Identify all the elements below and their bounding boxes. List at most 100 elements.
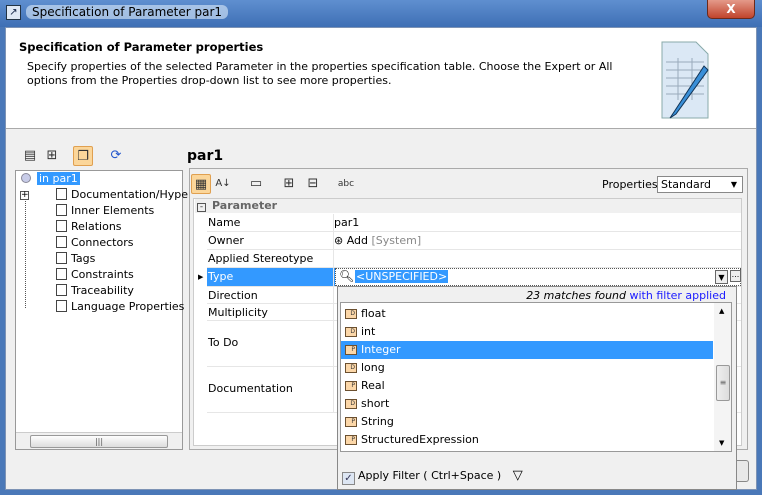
navigation-tree: in par1 Documentation/Hyperlinks Inner El… bbox=[15, 170, 218, 450]
document-icon bbox=[56, 268, 67, 280]
list-item[interactable]: P Real bbox=[341, 377, 713, 395]
scrollbar-thumb[interactable]: ≡ bbox=[716, 365, 730, 401]
categorized-icon[interactable]: ▦ bbox=[191, 174, 211, 194]
list-vertical-scrollbar[interactable]: ▲ ≡ ▼ bbox=[714, 303, 731, 451]
matches-status: 23 matches found with filter applied bbox=[338, 289, 726, 302]
tree-item[interactable]: Relations bbox=[56, 219, 122, 235]
tree-item[interactable]: Inner Elements bbox=[56, 203, 154, 219]
datatype-icon: D bbox=[345, 363, 357, 373]
datatype-icon: P bbox=[345, 435, 357, 445]
compact-view-icon[interactable]: ❐ bbox=[73, 146, 93, 166]
row-label: Direction bbox=[208, 289, 258, 302]
tree-item[interactable]: Constraints bbox=[56, 267, 134, 283]
properties-selected: Standard bbox=[661, 178, 712, 191]
list-item[interactable]: P Integer bbox=[341, 341, 713, 359]
header-description: Specify properties of the selected Param… bbox=[27, 60, 613, 87]
list-item-label: int bbox=[361, 325, 376, 338]
document-icon bbox=[56, 220, 67, 232]
type-popup: 23 matches found with filter applied Dfl… bbox=[337, 286, 737, 490]
list-item-label: long bbox=[361, 361, 385, 374]
group-label: Parameter bbox=[212, 199, 278, 212]
apply-filter-checkbox[interactable]: ✓ Apply Filter ( Ctrl+Space ) ▽ bbox=[342, 468, 523, 485]
filter-note: with filter applied bbox=[629, 289, 727, 302]
table-row[interactable]: Name par1 bbox=[207, 214, 741, 232]
description-icon[interactable]: ▭ bbox=[246, 174, 266, 194]
owner-extra: [System] bbox=[371, 234, 422, 247]
expand-icon[interactable]: + bbox=[20, 191, 29, 200]
properties-label: Properties: bbox=[602, 178, 662, 191]
datatype-icon: P bbox=[345, 381, 357, 391]
scroll-up-icon[interactable]: ▲ bbox=[719, 307, 724, 315]
tree-item[interactable]: Language Properties bbox=[56, 299, 184, 315]
more-button[interactable]: ... bbox=[730, 270, 741, 282]
collapse-icon[interactable]: - bbox=[197, 203, 206, 212]
tree-item-label: Connectors bbox=[71, 236, 134, 249]
tree-item-label: Relations bbox=[71, 220, 122, 233]
dialog-button[interactable] bbox=[737, 460, 749, 482]
list-item[interactable]: P String bbox=[341, 413, 713, 431]
filter-icon[interactable]: ▽ bbox=[513, 468, 523, 483]
datatype-icon: D bbox=[345, 309, 357, 319]
type-value: <UNSPECIFIED> bbox=[355, 270, 449, 283]
table-row[interactable]: Owner ⊛ Add [System] bbox=[207, 232, 741, 250]
sort-alpha-icon[interactable]: A↓ bbox=[213, 174, 233, 194]
tree-item[interactable]: Connectors bbox=[56, 235, 133, 251]
search-icon: 🔍︎ bbox=[339, 269, 355, 283]
document-icon bbox=[56, 284, 67, 296]
row-label: Type bbox=[208, 270, 234, 283]
datatype-icon: P bbox=[345, 417, 357, 427]
row-label: To Do bbox=[208, 336, 239, 349]
add-label: Add bbox=[346, 234, 369, 247]
datatype-icon: P bbox=[345, 345, 357, 355]
parameter-icon bbox=[21, 173, 31, 183]
owner-value[interactable]: ⊛ Add [System] bbox=[334, 234, 421, 247]
header-title: Specification of Parameter properties bbox=[19, 40, 264, 54]
list-item[interactable]: Dfloat bbox=[341, 305, 713, 323]
chevron-down-icon: ▼ bbox=[730, 180, 738, 189]
tree-root[interactable]: in par1 bbox=[21, 171, 80, 187]
row-value[interactable]: par1 bbox=[334, 216, 359, 229]
close-button[interactable]: X bbox=[707, 0, 755, 19]
tree-root-label: in par1 bbox=[37, 172, 80, 185]
row-label: Applied Stereotype bbox=[208, 252, 314, 265]
row-label: Name bbox=[208, 216, 241, 229]
group-header[interactable]: - Parameter bbox=[195, 199, 741, 213]
scrollbar-thumb[interactable]: ||| bbox=[30, 435, 168, 448]
type-list: Dfloat Dint P Integer Dlong P Real Dshort P Strin… bbox=[340, 302, 732, 452]
list-item[interactable]: Dint bbox=[341, 323, 713, 341]
properties-dropdown[interactable]: Standard ▼ bbox=[657, 176, 743, 193]
tree-item-label: Inner Elements bbox=[71, 204, 155, 217]
checkbox-checked-icon[interactable]: ✓ bbox=[342, 472, 355, 485]
refresh-icon[interactable]: ⟳ bbox=[106, 146, 126, 166]
list-item[interactable]: Dshort bbox=[341, 395, 713, 413]
edit-text-icon[interactable]: abc bbox=[336, 174, 356, 194]
datatype-icon: D bbox=[345, 327, 357, 337]
list-item[interactable]: Dlong bbox=[341, 359, 713, 377]
table-row[interactable]: Applied Stereotype bbox=[207, 250, 741, 268]
chevron-down-icon[interactable]: ▼ bbox=[715, 270, 728, 284]
row-label: Multiplicity bbox=[208, 306, 268, 319]
type-input[interactable]: 🔍︎ <UNSPECIFIED> ▼ ... bbox=[335, 268, 741, 286]
row-pointer-icon: ▶ bbox=[198, 273, 204, 281]
row-label: Owner bbox=[208, 234, 244, 247]
tree-item[interactable]: Traceability bbox=[56, 283, 134, 299]
document-icon bbox=[56, 204, 67, 216]
tree-connector bbox=[25, 193, 26, 308]
expand-all-icon[interactable]: ⊞ bbox=[279, 174, 299, 194]
list-item-label: short bbox=[361, 397, 390, 410]
tree-item[interactable]: Tags bbox=[56, 251, 95, 267]
list-item[interactable]: P StructuredExpression bbox=[341, 431, 713, 449]
document-pencil-icon bbox=[661, 41, 709, 119]
document-icon bbox=[56, 300, 67, 312]
tree-view-icon[interactable]: ⊞ bbox=[42, 146, 62, 166]
properties-toolbar: ▦ A↓ ▭ ⊞ ⊟ abc bbox=[191, 174, 391, 194]
tree-item-label: Tags bbox=[71, 252, 96, 265]
table-view-icon[interactable]: ▤ bbox=[20, 146, 40, 166]
document-icon bbox=[56, 188, 67, 200]
list-item-label: String bbox=[361, 415, 394, 428]
matches-count: 23 matches found bbox=[526, 289, 626, 302]
tree-horizontal-scrollbar[interactable]: ||| bbox=[16, 432, 182, 449]
collapse-all-icon[interactable]: ⊟ bbox=[303, 174, 323, 194]
add-icon: ⊛ bbox=[334, 234, 344, 247]
scroll-down-icon[interactable]: ▼ bbox=[719, 439, 724, 447]
